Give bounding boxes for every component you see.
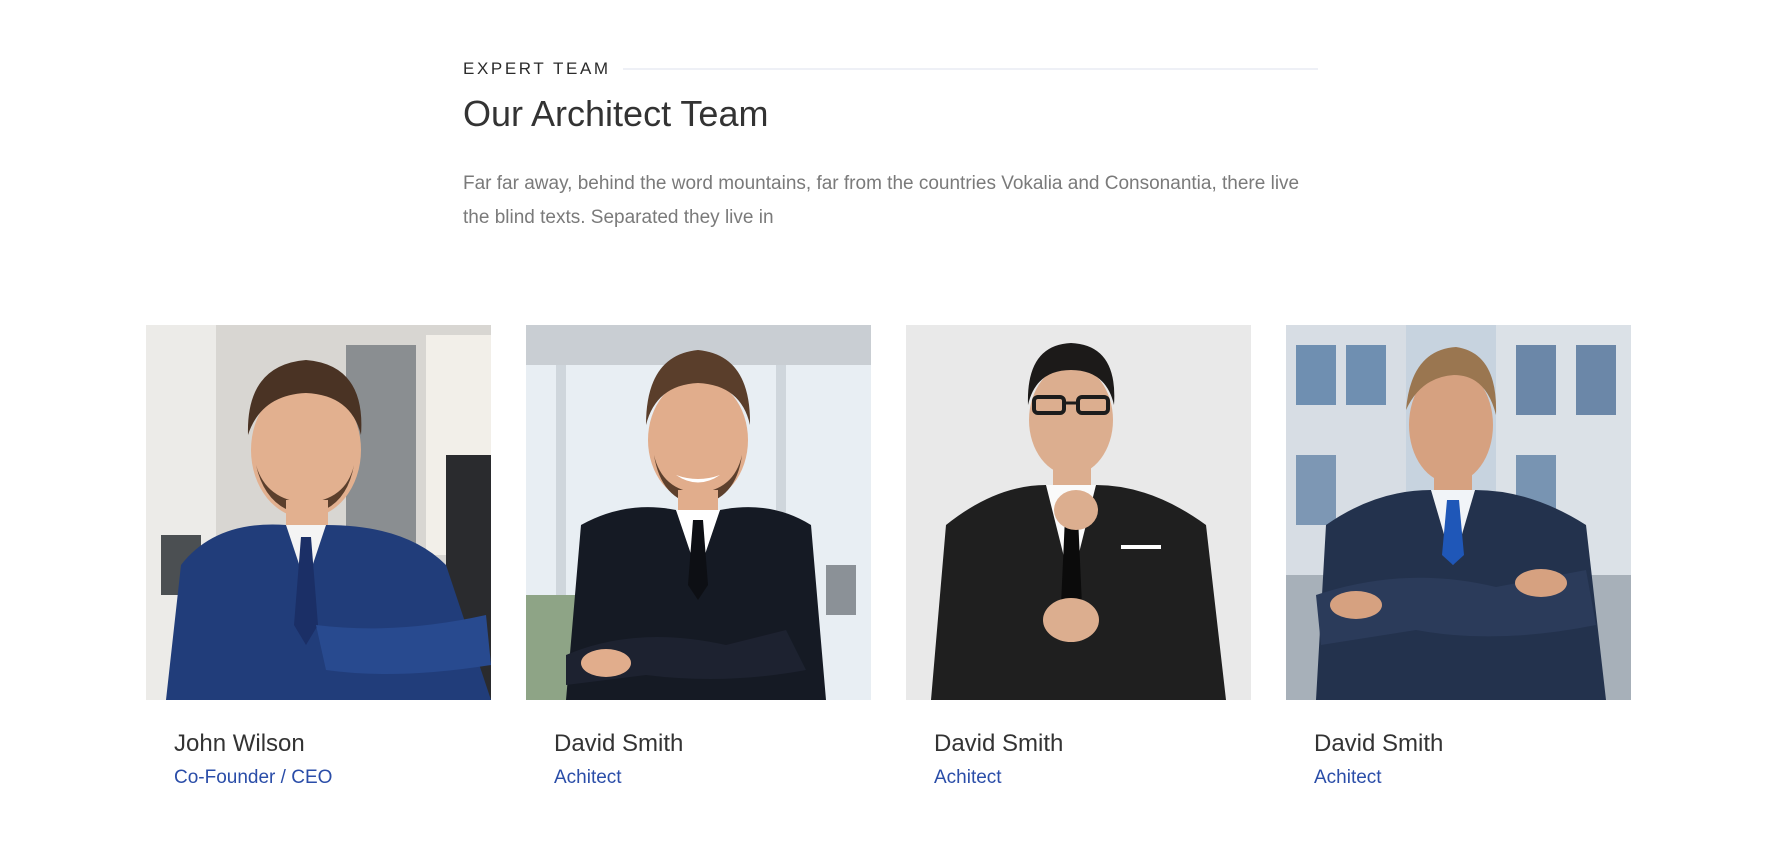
member-photo[interactable] [526,325,871,700]
member-photo-image [146,325,491,700]
member-photo-image [906,325,1251,700]
member-name[interactable]: John Wilson [174,730,491,759]
team-card[interactable]: David Smith Achitect [1286,325,1631,789]
team-card[interactable]: David Smith Achitect [526,325,871,789]
team-card[interactable]: John Wilson Co-Founder / CEO [146,325,491,789]
team-section-header: EXPERT TEAM Our Architect Team Far far a… [463,52,1318,235]
section-eyebrow: EXPERT TEAM [463,59,611,78]
member-photo[interactable] [1286,325,1631,700]
eyebrow-row: EXPERT TEAM [463,52,1318,86]
member-info: John Wilson Co-Founder / CEO [146,700,491,789]
member-info: David Smith Achitect [906,700,1251,789]
member-photo-image [526,325,871,700]
member-role[interactable]: Co-Founder / CEO [174,767,332,789]
member-photo[interactable] [146,325,491,700]
section-intro: Far far away, behind the word mountains,… [463,173,1300,229]
member-role[interactable]: Achitect [934,767,1002,789]
member-name[interactable]: David Smith [1314,730,1631,759]
member-role[interactable]: Achitect [1314,767,1382,789]
member-name[interactable]: David Smith [934,730,1251,759]
member-name[interactable]: David Smith [554,730,871,759]
member-photo[interactable] [906,325,1251,700]
section-title: Our Architect Team [463,93,769,134]
eyebrow-divider [622,68,1318,70]
team-grid: John Wilson Co-Founder / CEO David Smith… [146,325,1634,789]
member-photo-image [1286,325,1631,700]
member-role[interactable]: Achitect [554,767,622,789]
member-info: David Smith Achitect [526,700,871,789]
team-card[interactable]: David Smith Achitect [906,325,1251,789]
member-info: David Smith Achitect [1286,700,1631,789]
